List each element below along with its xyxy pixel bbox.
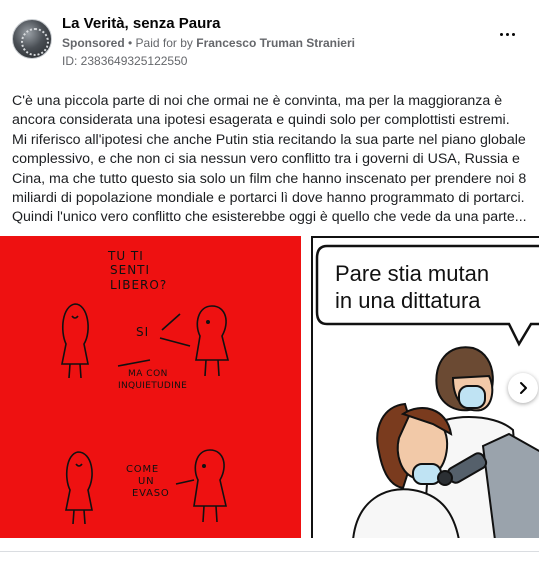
chevron-right-icon — [520, 382, 527, 394]
post-header: La Verità, senza Paura Sponsored • Paid … — [12, 11, 532, 71]
carousel-next-button[interactable] — [508, 373, 538, 403]
meta-separator: • — [124, 36, 136, 50]
more-horizontal-icon — [499, 32, 503, 36]
comic-text-senti: SENTI — [110, 263, 150, 277]
speech-lines — [117, 313, 195, 485]
figure-right-top — [195, 305, 230, 377]
comic-red-illustration: TU TI SENTI LIBERO? SI MA CON INQUIETUDI… — [61, 249, 230, 525]
ad-id: ID: 2383649325122550 — [62, 54, 188, 68]
ad-post-card: La Verità, senza Paura Sponsored • Paid … — [0, 0, 539, 561]
comic-text-inquietudine: INQUIETUDINE — [118, 381, 187, 391]
page-avatar[interactable] — [12, 19, 52, 59]
post-line: ancora considerata una ipotesi esagerata… — [12, 112, 510, 129]
payer-name[interactable]: Francesco Truman Stranieri — [196, 36, 355, 50]
sponsored-label[interactable]: Sponsored — [62, 36, 125, 50]
post-line: miliardi di popolazione mondiale e porta… — [12, 190, 525, 207]
more-dot — [511, 32, 515, 36]
media-carousel[interactable]: TU TI SENTI LIBERO? SI MA CON INQUIETUDI… — [0, 236, 539, 538]
sponsored-meta: Sponsored • Paid for by Francesco Truman… — [62, 36, 355, 50]
carousel-card-comic-scientists[interactable]: Pare stia mutan in una dittatura — [311, 236, 539, 538]
comic-text-si: SI — [136, 325, 149, 339]
caption-line: Pare stia mutan — [335, 261, 490, 286]
post-line: C'è una piccola parte di noi che ormai n… — [12, 93, 503, 109]
scientists-caption: Pare stia mutan in una dittatura — [335, 260, 489, 314]
comic-text-un: UN — [138, 476, 154, 487]
comic-text-ma-con: MA CON — [128, 369, 168, 379]
figure-right-bottom — [193, 449, 228, 523]
post-line[interactable]: Quindi l'unico vero conflitto che esiste… — [12, 208, 528, 227]
post-line: Mi riferisco all'ipotesi che anche Putin… — [12, 131, 526, 148]
comic-text-libero: LIBERO? — [110, 278, 167, 292]
more-options-button[interactable] — [496, 23, 518, 45]
post-body-text: C'è una piccola parte di noi che ormai n… — [12, 92, 528, 228]
post-line: complessivo, e che non ci sia nessun ver… — [12, 151, 520, 168]
post-line: Cina, ma che tutto questo sia solo un fi… — [12, 170, 527, 187]
paid-for-label: Paid for by — [135, 36, 197, 50]
caption-line: in una dittatura — [335, 288, 481, 313]
comic-text-evaso: EVASO — [132, 488, 170, 499]
carousel-card-comic-red[interactable]: TU TI SENTI LIBERO? SI MA CON INQUIETUDI… — [0, 236, 301, 538]
comic-text-tu-ti: TU TI — [107, 249, 144, 263]
figure-left-bottom — [65, 451, 93, 525]
more-dot — [505, 32, 509, 36]
figure-left-top — [61, 303, 89, 379]
comic-text-come: COME — [126, 464, 159, 475]
page-name-link[interactable]: La Verità, senza Paura — [62, 15, 220, 32]
